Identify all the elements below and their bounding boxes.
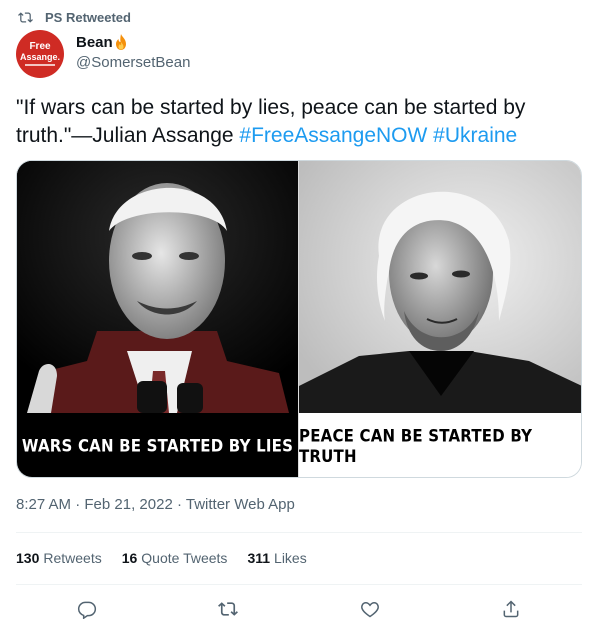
media-panel-left: WARS CAN BE STARTED BY LIES [17, 161, 299, 477]
share-icon[interactable] [501, 599, 521, 619]
author-block[interactable]: Bean @SomersetBean [76, 32, 190, 74]
avatar-text-line1: Free [29, 41, 51, 52]
reply-icon[interactable] [77, 599, 97, 619]
separator: · [75, 496, 81, 513]
avatar-logo-bar [25, 64, 55, 66]
tweet-actions [16, 596, 582, 622]
divider [16, 532, 582, 533]
likes-stat[interactable]: 311 Likes [247, 550, 306, 566]
tweet-date[interactable]: Feb 21, 2022 [84, 496, 172, 513]
portrait-photo-right [299, 161, 581, 413]
caption-right: PEACE CAN BE STARTED BY TRUTH [299, 425, 533, 467]
tweet-client[interactable]: Twitter Web App [186, 496, 295, 513]
display-name-text: Bean [76, 33, 113, 51]
retweeted-by-label[interactable]: PS Retweeted [45, 10, 131, 25]
retweets-stat[interactable]: 130 Retweets [16, 550, 102, 566]
tweet-time[interactable]: 8:27 AM [16, 496, 71, 513]
user-handle[interactable]: @SomersetBean [76, 54, 190, 74]
avatar[interactable]: Free Assange. [16, 30, 64, 78]
quote-tweets-stat[interactable]: 16 Quote Tweets [122, 550, 228, 566]
media-panel-right: PEACE CAN BE STARTED BY TRUTH [298, 161, 581, 477]
display-name[interactable]: Bean [76, 32, 190, 52]
retweet-icon[interactable] [218, 599, 239, 619]
divider [16, 584, 582, 585]
likes-count: 311 [247, 550, 271, 566]
fire-icon [115, 34, 126, 50]
caption-left: WARS CAN BE STARTED BY LIES [21, 435, 294, 457]
retweet-icon [18, 11, 33, 23]
likes-label: Likes [274, 550, 307, 566]
heart-icon[interactable] [360, 599, 380, 619]
tweet-text: "If wars can be started by lies, peace c… [16, 94, 586, 150]
hashtag-link[interactable]: #Ukraine [433, 124, 517, 147]
tweet-timestamp: 8:27 AM · Feb 21, 2022 · Twitter Web App [16, 496, 295, 513]
portrait-photo-left [17, 161, 299, 413]
tweet-media[interactable]: WARS CAN BE STARTED BY LIES PEACE CAN BE… [16, 160, 582, 478]
retweets-count: 130 [16, 550, 40, 566]
avatar-text-line2: Assange. [19, 52, 61, 62]
retweets-label: Retweets [43, 550, 102, 566]
retweet-context[interactable]: PS Retweeted [17, 8, 131, 26]
engagement-stats: 130 Retweets 16 Quote Tweets 311 Likes [16, 550, 307, 566]
hashtag-link[interactable]: #FreeAssangeNOW [239, 124, 427, 147]
separator: · [176, 496, 182, 513]
quote-tweets-count: 16 [121, 550, 138, 566]
quote-tweets-label: Quote Tweets [141, 550, 228, 566]
